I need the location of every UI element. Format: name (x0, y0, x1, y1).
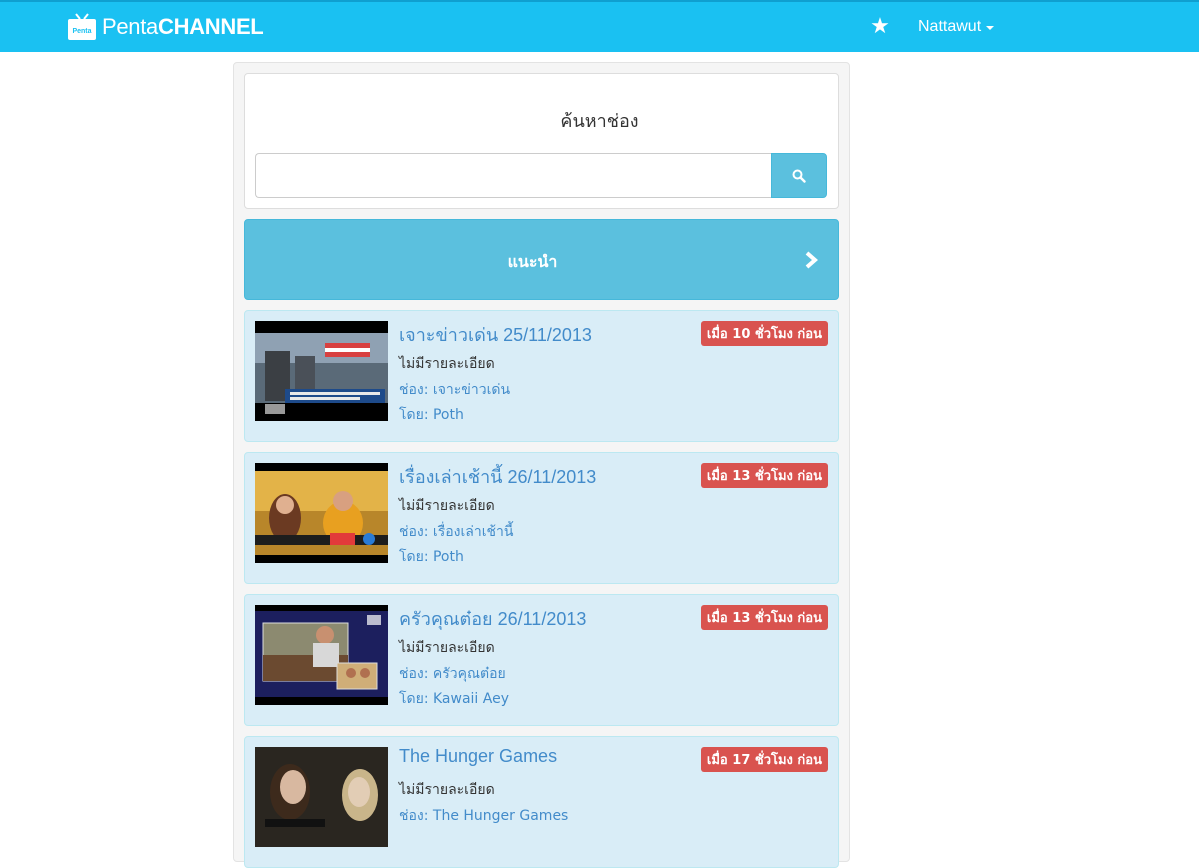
time-badge: เมื่อ 13 ชั่วโมง ก่อน (700, 463, 828, 488)
video-author-link[interactable]: โดย: Poth (399, 546, 464, 568)
video-title[interactable]: ครัวคุณต๋อย 26/11/2013 (399, 604, 586, 633)
caret-down-icon (986, 26, 995, 30)
video-channel-link[interactable]: ช่อง: เจาะข่าวเด่น (399, 379, 510, 401)
video-thumbnail[interactable] (255, 605, 388, 705)
time-badge: เมื่อ 10 ชั่วโมง ก่อน (700, 321, 828, 346)
video-author-link[interactable]: โดย: Kawaii Aey (399, 688, 509, 710)
video-thumbnail[interactable] (255, 747, 388, 847)
video-thumbnail[interactable] (255, 463, 388, 563)
user-menu-dropdown[interactable]: Nattawut (918, 18, 995, 36)
chevron-right-icon (805, 251, 818, 269)
top-navbar: Penta PentaCHANNEL ★ Nattawut (0, 0, 1199, 52)
brand-logo[interactable]: Penta PentaCHANNEL (66, 12, 264, 42)
tv-logo-icon: Penta (66, 12, 98, 42)
brand-name-part1: Penta (102, 14, 158, 39)
video-channel-link[interactable]: ช่อง: ครัวคุณต๋อย (399, 663, 506, 685)
recommend-label: แนะนำ (507, 252, 558, 271)
video-title[interactable]: The Hunger Games (399, 746, 557, 767)
video-author-link[interactable]: โดย: Poth (399, 404, 464, 426)
search-icon (792, 169, 806, 183)
video-title[interactable]: เรื่องเล่าเช้านี้ 26/11/2013 (399, 462, 596, 491)
user-name: Nattawut (918, 18, 982, 35)
video-card[interactable]: ครัวคุณต๋อย 26/11/2013 เมื่อ 13 ชั่วโมง … (244, 594, 839, 726)
video-title[interactable]: เจาะข่าวเด่น 25/11/2013 (399, 320, 592, 349)
video-description: ไม่มีรายละเอียด (399, 498, 495, 514)
video-card[interactable]: เรื่องเล่าเช้านี้ 26/11/2013 เมื่อ 13 ชั… (244, 452, 839, 584)
video-channel-link[interactable]: ช่อง: The Hunger Games (399, 805, 568, 827)
time-badge: เมื่อ 17 ชั่วโมง ก่อน (700, 747, 828, 772)
video-thumbnail[interactable] (255, 321, 388, 421)
video-channel-link[interactable]: ช่อง: เรื่องเล่าเช้านี้ (399, 521, 513, 543)
search-input[interactable] (255, 153, 772, 198)
logo-icon-text: Penta (72, 28, 91, 35)
brand-name-part2: CHANNEL (158, 14, 264, 39)
star-icon[interactable]: ★ (868, 14, 892, 39)
recommend-button[interactable]: แนะนำ (244, 219, 839, 300)
video-description: ไม่มีรายละเอียด (399, 640, 495, 656)
video-card[interactable]: เจาะข่าวเด่น 25/11/2013 เมื่อ 10 ชั่วโมง… (244, 310, 839, 442)
search-title: ค้นหาช่อง (560, 111, 639, 132)
video-card[interactable]: The Hunger Games เมื่อ 17 ชั่วโมง ก่อน ไ… (244, 736, 839, 868)
video-description: ไม่มีรายละเอียด (399, 356, 495, 372)
time-badge: เมื่อ 13 ชั่วโมง ก่อน (700, 605, 828, 630)
search-button[interactable] (771, 153, 827, 198)
video-description: ไม่มีรายละเอียด (399, 782, 495, 798)
brand-name: PentaCHANNEL (102, 14, 264, 40)
